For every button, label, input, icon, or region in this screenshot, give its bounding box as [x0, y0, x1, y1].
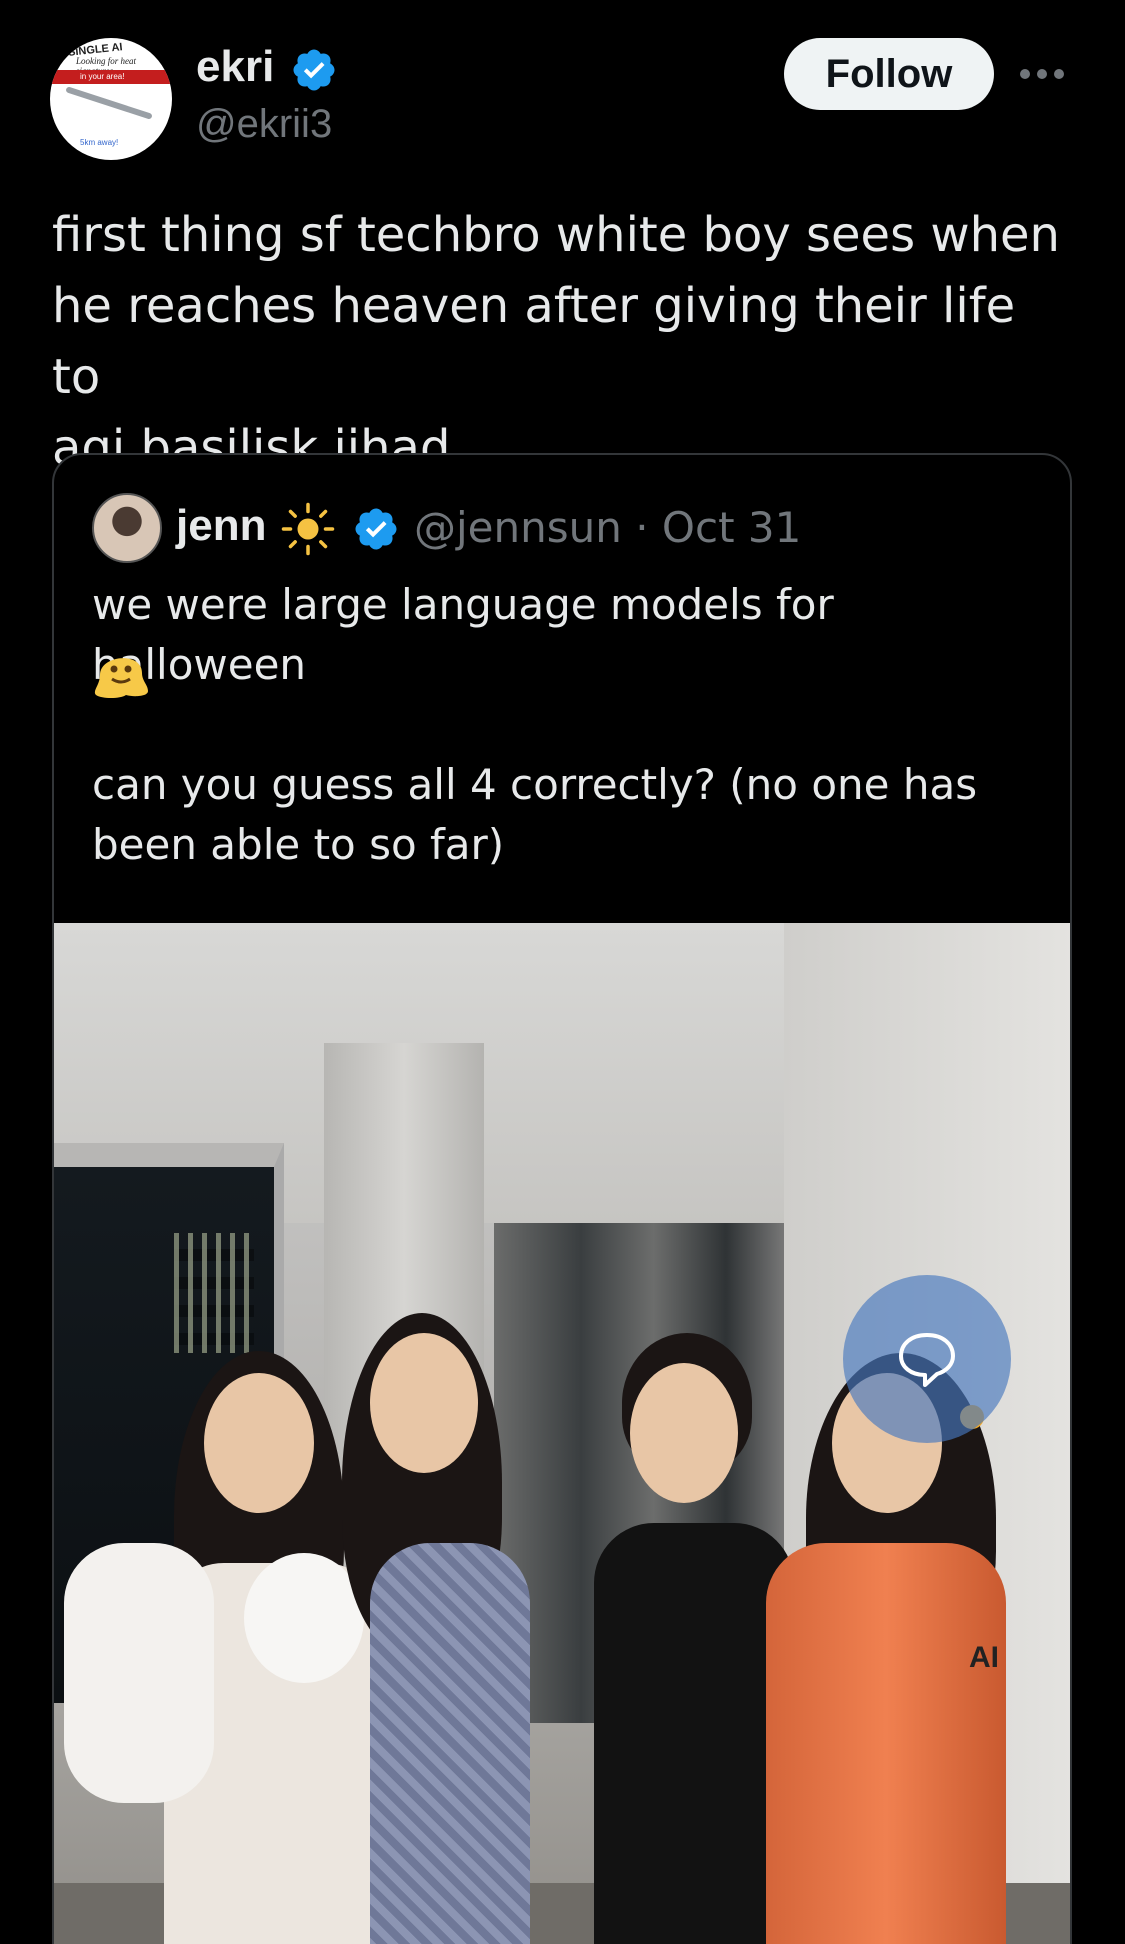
quote-author-avatar[interactable]	[92, 493, 162, 563]
author-handle[interactable]: @ekrii3	[196, 102, 332, 147]
author-name[interactable]: ekri	[196, 42, 274, 92]
person-1-face	[204, 1373, 314, 1513]
post-text: first thing sf techbro white boy sees wh…	[52, 207, 1060, 476]
person-3-face	[630, 1363, 738, 1503]
verified-badge-icon	[355, 508, 397, 550]
fluffy-toy	[244, 1553, 364, 1683]
chat-bubble-icon	[899, 1333, 955, 1387]
avatar-text-4: 5km away!	[80, 138, 119, 147]
quote-handle-date[interactable]: @jennsun · Oct 31	[414, 503, 801, 552]
melting-face-emoji-icon	[94, 658, 148, 698]
quote-text-line2: can you guess all 4 correctly? (no one h…	[92, 760, 978, 869]
arm-ai-text: AI	[969, 1641, 999, 1674]
person-2-dress	[370, 1543, 530, 1944]
avatar-text-3: in your area!	[80, 72, 125, 81]
more-icon[interactable]	[1020, 64, 1066, 84]
quoted-post[interactable]: jenn @jennsun · Oct 31 we were large lan…	[52, 453, 1072, 1944]
verified-badge-icon[interactable]	[290, 46, 338, 94]
person-1-fur-coat	[64, 1543, 214, 1803]
author-avatar[interactable]: SINGLE AI Looking for heat signatures in…	[50, 38, 172, 160]
person-2-face	[370, 1333, 478, 1473]
follow-button[interactable]: Follow	[784, 38, 994, 110]
chat-bubble-button[interactable]	[843, 1275, 1011, 1443]
photo-city-lights	[174, 1233, 254, 1353]
person-4-dress	[766, 1543, 1006, 1944]
quote-author-name[interactable]: jenn	[176, 501, 266, 551]
sun-emoji-icon	[281, 502, 335, 556]
person-3-dress	[594, 1523, 794, 1944]
avatar-missile	[65, 86, 153, 120]
quote-text-line1: we were large language models for hallow…	[92, 580, 848, 689]
